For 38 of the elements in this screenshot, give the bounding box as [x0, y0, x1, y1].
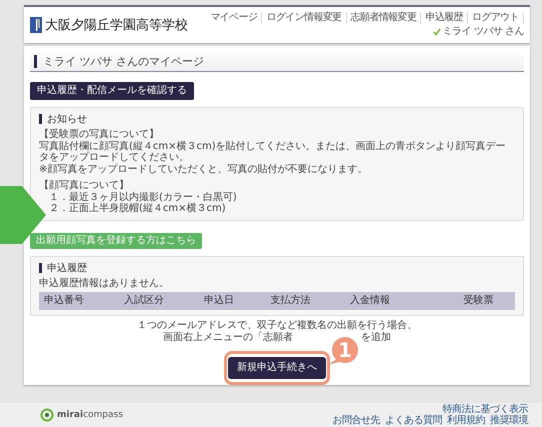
footer-link[interactable]: 利用規約: [447, 415, 485, 426]
user-name: ミライ ツバサ さん: [442, 26, 524, 38]
column-header: 支払方法: [270, 295, 312, 307]
column-header: 入金情報: [350, 295, 392, 307]
notice-text: 写真貼付欄に顔写真(縦４cm×横３cm)を貼付してください。または、画面上の青ボタンより顔写真データをアップロードしてください。: [39, 140, 507, 164]
nav-link[interactable]: マイページ: [206, 12, 262, 24]
guidance-text: １つのメールアドレスで、双子など複数名の出願を行う場合、: [137, 320, 417, 332]
notice-subheading: 【受験票の写真について】: [39, 129, 160, 140]
empty-message: 申込履歴情報はありません。: [39, 278, 170, 289]
notice-list-item: ２．正面上半身脱帽(縦４cm×横３cm): [48, 203, 227, 214]
footer-link[interactable]: 特商法に基づく表示: [442, 404, 528, 415]
column-header: 入試区分: [124, 295, 165, 307]
nav-link[interactable]: ログアウト: [468, 12, 524, 24]
notice-list-item: １．最近３ヶ月以内撮影(カラー・白黒可): [48, 192, 238, 202]
callout-number: 1: [332, 337, 358, 363]
new-application-button[interactable]: 新規申込手続きへ: [228, 357, 326, 379]
nav-link[interactable]: 申込履歴: [421, 12, 468, 24]
footer-link[interactable]: よくある質問: [385, 415, 442, 426]
column-header: 申込番号: [44, 295, 85, 307]
page-title: ミライ ツバサ さんのマイページ: [43, 54, 204, 68]
notice-subheading: 【顔写真について】: [39, 180, 130, 192]
brand-name: miraicompass: [57, 410, 123, 420]
nav-link[interactable]: ログイン情報変更: [262, 12, 347, 24]
column-header: 受験票: [463, 295, 494, 307]
guidance-text: 画面右上メニューの「志願者: [163, 332, 293, 343]
history-mail-button[interactable]: 申込履歴・配信メールを確認する: [30, 82, 194, 100]
notice-heading: お知らせ: [47, 113, 87, 126]
footer-link[interactable]: お問合せ先: [332, 415, 380, 426]
school-name: 大阪夕陽丘学園高等学校: [45, 17, 188, 34]
footer-link[interactable]: 推奨環境: [490, 415, 528, 426]
compass-logo-icon: [40, 408, 54, 422]
guidance-text: を追加: [361, 332, 391, 343]
column-header: 申込日: [204, 295, 235, 307]
check-icon: [432, 28, 441, 36]
history-heading: 申込履歴: [47, 262, 87, 274]
nav-link[interactable]: 志願者情報変更: [346, 12, 422, 24]
notice-text: ※顔写真をアップロードしていただくと、写真の貼付が不要になります。: [39, 164, 368, 175]
school-logo-icon: [30, 17, 42, 33]
